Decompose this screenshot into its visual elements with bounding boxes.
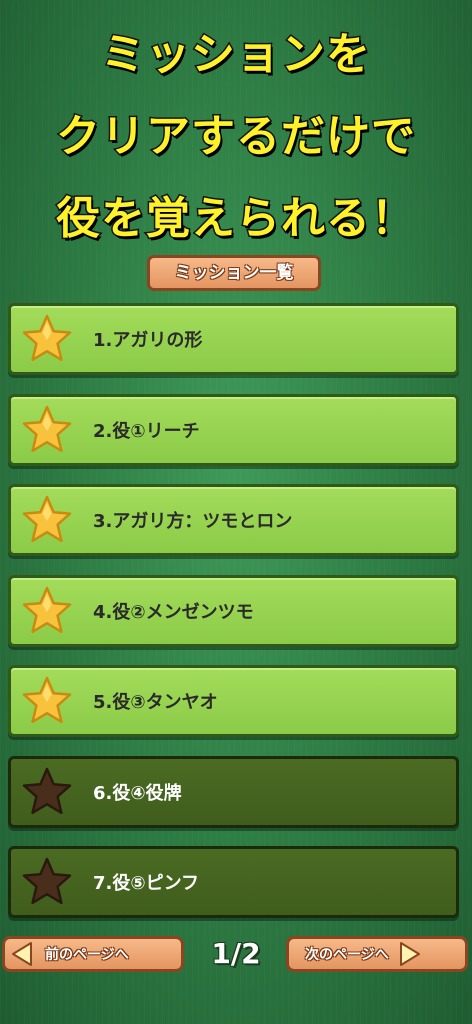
mission-item[interactable]: 6.役④役牌 (8, 756, 459, 828)
mission-list-title: ミッション一覧 (147, 255, 321, 291)
next-page-button[interactable]: 次のページへ (286, 936, 468, 972)
arrow-right-icon (399, 942, 420, 966)
gold-star-icon (22, 676, 72, 724)
promo-headline: ミッションを クリアするだけで 役を覚えられる！ (0, 14, 472, 260)
headline-line-2: クリアするだけで (55, 110, 417, 164)
mission-label: 1.アガリの形 (93, 330, 203, 351)
dark-star-icon (22, 857, 72, 905)
mission-item[interactable]: 7.役⑤ピンフ (8, 846, 459, 918)
gold-star-icon (22, 586, 72, 634)
mission-label: 6.役④役牌 (93, 783, 182, 804)
mission-item[interactable]: 3.アガリ方：ツモとロン (8, 484, 459, 556)
mission-item[interactable]: 2.役①リーチ (8, 394, 459, 466)
mission-label: 4.役②メンゼンツモ (93, 602, 254, 623)
gold-star-icon (22, 495, 72, 543)
mission-item[interactable]: 5.役③タンヤオ (8, 665, 459, 737)
mission-label: 2.役①リーチ (93, 421, 200, 442)
headline-line-1: ミッションを (100, 28, 372, 82)
gold-star-icon (22, 405, 72, 453)
arrow-left-icon (12, 942, 32, 966)
mission-item[interactable]: 4.役②メンゼンツモ (8, 575, 459, 647)
prev-page-label: 前のページへ (45, 947, 129, 963)
dark-star-icon (22, 767, 72, 815)
mission-label: 3.アガリ方：ツモとロン (93, 511, 293, 532)
next-page-label: 次のページへ (305, 947, 389, 963)
prev-page-button[interactable]: 前のページへ (2, 936, 184, 972)
mission-item[interactable]: 1.アガリの形 (8, 303, 459, 375)
mission-label: 5.役③タンヤオ (93, 692, 218, 713)
page-indicator: 1/2 (211, 937, 261, 970)
mission-label: 7.役⑤ピンフ (93, 873, 200, 894)
headline-line-3: 役を覚えられる！ (55, 192, 417, 246)
gold-star-icon (22, 314, 72, 362)
